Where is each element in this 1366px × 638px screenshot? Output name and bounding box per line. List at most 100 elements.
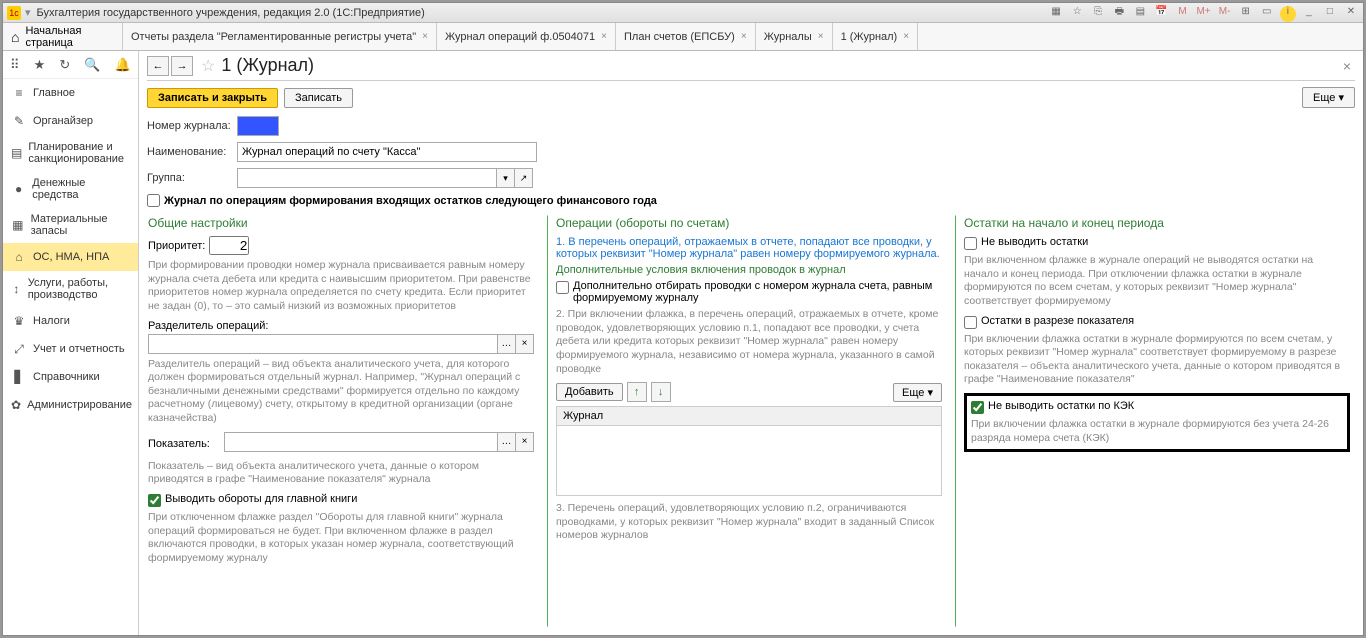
sidebar-item[interactable]: ↕Услуги, работы, производство [3,271,138,307]
tab[interactable]: Отчеты раздела "Регламентированные регис… [123,23,437,50]
side-icon: ⌂ [11,249,27,265]
tb-icon[interactable]: M [1175,6,1191,22]
star-icon[interactable]: ★ [34,57,46,73]
col-balances: Остатки на начало и конец периода Не выв… [955,215,1355,627]
no-kek-label: Не выводить остатки по КЭК [988,400,1134,412]
move-up-icon[interactable]: ↑ [627,382,647,402]
tab-close-icon[interactable]: × [601,31,607,42]
page-close-icon[interactable]: × [1339,58,1355,74]
section-title: Общие настройки [148,216,534,230]
tb-icon[interactable]: M- [1217,6,1233,22]
ellipsis-icon[interactable]: … [498,334,516,354]
no-balances-label: Не выводить остатки [981,236,1088,248]
minimize-icon[interactable]: _ [1301,6,1317,22]
dropdown-icon[interactable]: ▾ [25,6,31,19]
info-icon[interactable]: i [1280,6,1296,22]
year-flag-checkbox[interactable] [147,194,160,207]
clear-icon[interactable]: × [516,432,534,452]
page-header: ← → ☆ 1 (Журнал) × [147,51,1355,81]
tb-icon[interactable]: ▦ [1048,6,1064,22]
tb-icon[interactable]: ⎘ [1090,6,1106,22]
tb-icon[interactable]: ⊞ [1238,6,1254,22]
side-icon: ▤ [11,145,22,161]
sidebar-item[interactable]: ▦Материальные запасы [3,207,138,243]
favorite-icon[interactable]: ☆ [201,56,215,76]
sidebar-item[interactable]: ▋Справочники [3,363,138,391]
sidebar-item[interactable]: ≡Главное [3,79,138,107]
side-icon: ⤢ [11,341,27,357]
sidebar-item[interactable]: ♛Налоги [3,307,138,335]
dropdown-icon[interactable]: ▾ [497,168,515,188]
move-down-icon[interactable]: ↓ [651,382,671,402]
extra-filter-checkbox[interactable] [556,281,569,294]
list-header: Журнал [556,406,942,426]
tb-icon[interactable]: ☆ [1069,6,1085,22]
gl-checkbox[interactable] [148,494,161,507]
tb-icon[interactable]: 📅 [1153,6,1169,22]
separator-label: Разделитель операций: [148,320,534,332]
sidebar-item[interactable]: ✎Органайзер [3,107,138,135]
help-text: При включении флажка остатки в журнале ф… [964,333,1350,388]
tab[interactable]: 1 (Журнал)× [833,23,918,50]
help-text: Разделитель операций – вид объекта анали… [148,358,534,426]
extra-filter-label: Дополнительно отбирать проводки с номеро… [573,280,942,304]
sidebar-item[interactable]: ⌂ОС, НМА, НПА [3,243,138,271]
sidebar-item[interactable]: ✿Администрирование [3,391,138,419]
search-icon[interactable]: 🔍 [84,57,100,73]
back-button[interactable]: ← [147,56,169,76]
tab-close-icon[interactable]: × [903,31,909,42]
clear-icon[interactable]: × [516,334,534,354]
sidebar-item[interactable]: ⤢Учет и отчетность [3,335,138,363]
tab[interactable]: План счетов (ЕПСБУ)× [616,23,756,50]
forward-button[interactable]: → [171,56,193,76]
tab[interactable]: Журнал операций ф.0504071× [437,23,616,50]
tb-icon[interactable]: ▭ [1259,6,1275,22]
sidebar-top: ⠿ ★ ↻ 🔍 🔔 [3,51,138,79]
bell-icon[interactable]: 🔔 [115,57,131,73]
help-text: При формировании проводки номер журнала … [148,259,534,314]
actionbar: Записать и закрыть Записать Еще ▾ [147,87,1355,108]
indicator-input[interactable] [224,432,498,452]
no-balances-checkbox[interactable] [964,237,977,250]
tb-icon[interactable]: 🖶 [1111,4,1127,20]
close-icon[interactable]: ✕ [1343,6,1359,22]
tabsbar: ⌂ Начальная страница Отчеты раздела "Рег… [3,23,1363,51]
no-kek-checkbox[interactable] [971,401,984,414]
save-close-button[interactable]: Записать и закрыть [147,88,278,108]
side-icon: ▦ [11,217,25,233]
apps-icon[interactable]: ⠿ [10,57,20,73]
maximize-icon[interactable]: □ [1322,6,1338,22]
home-tab[interactable]: ⌂ Начальная страница [3,23,123,50]
add-button[interactable]: Добавить [556,383,623,401]
open-icon[interactable]: ↗ [515,168,533,188]
tab[interactable]: Журналы× [756,23,833,50]
priority-input[interactable] [209,236,249,255]
titlebar-icons: ▦ ☆ ⎘ 🖶 ▤ 📅 M M+ M- ⊞ ▭ i _ □ ✕ [1046,4,1359,22]
separator-input[interactable] [148,334,498,354]
side-icon: ▋ [11,369,27,385]
ellipsis-icon[interactable]: … [498,432,516,452]
by-indicator-checkbox[interactable] [964,316,977,329]
tb-icon[interactable]: M+ [1196,6,1212,22]
journal-name-input[interactable] [237,142,537,162]
sidebar-item[interactable]: ●Денежные средства [3,171,138,207]
home-icon: ⌂ [11,29,19,45]
highlighted-box: Не выводить остатки по КЭК При включении… [964,393,1350,452]
history-icon[interactable]: ↻ [59,57,70,73]
group-input[interactable] [237,168,497,188]
tb-icon[interactable]: ▤ [1132,6,1148,22]
more-button[interactable]: Еще ▾ [1302,87,1355,108]
priority-label: Приоритет: [148,240,205,252]
journal-number-input[interactable] [237,116,279,136]
list-more-button[interactable]: Еще ▾ [893,383,942,402]
side-icon: ♛ [11,313,27,329]
tab-close-icon[interactable]: × [818,31,824,42]
save-button[interactable]: Записать [284,88,353,108]
tab-close-icon[interactable]: × [741,31,747,42]
subhead: Дополнительные условия включения проводо… [556,264,942,276]
by-indicator-label: Остатки в разрезе показателя [981,315,1134,327]
sidebar-item[interactable]: ▤Планирование и санкционирование [3,135,138,171]
tab-close-icon[interactable]: × [422,31,428,42]
list-body[interactable] [556,426,942,496]
num-label: Номер журнала: [147,120,237,132]
